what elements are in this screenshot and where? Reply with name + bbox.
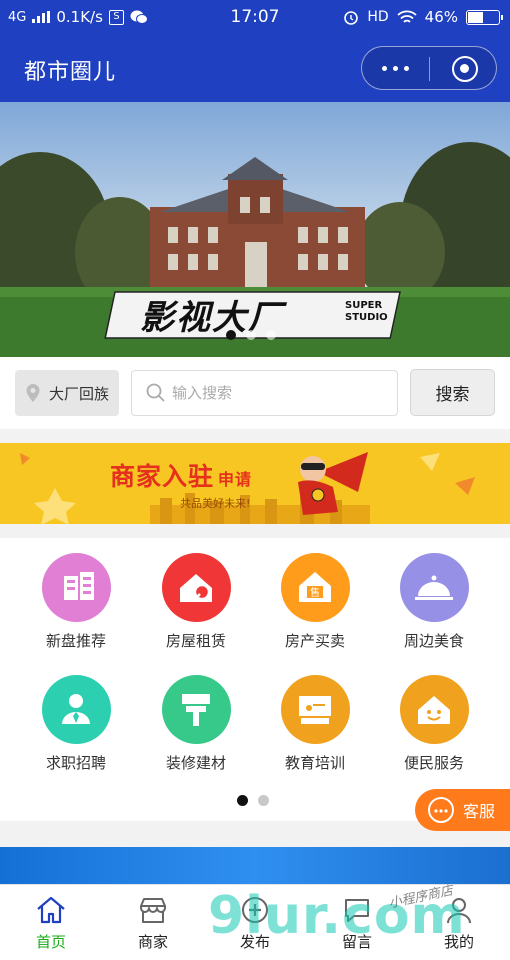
- banner-dot: [246, 330, 256, 340]
- wifi-icon: [397, 10, 417, 23]
- category-label: 装修建材: [165, 754, 226, 772]
- category-label: 房屋租赁: [165, 632, 226, 650]
- search-row: 大厂回族 搜索: [0, 357, 510, 429]
- category-item[interactable]: 教育培训: [255, 675, 375, 773]
- headset-icon: [428, 797, 454, 823]
- category-item[interactable]: 售房产买卖: [255, 553, 375, 651]
- svg-text:售: 售: [310, 586, 320, 599]
- category-item[interactable]: 新盘推荐: [16, 553, 136, 651]
- grid-dot: [258, 795, 269, 806]
- secondary-banner[interactable]: [0, 847, 510, 887]
- battery-icon: [466, 9, 503, 25]
- battery-percent: 46%: [424, 8, 458, 26]
- location-selector[interactable]: 大厂回族: [15, 370, 119, 416]
- tab-label: 我的: [443, 933, 474, 951]
- banner-dot-active: [226, 330, 236, 340]
- ad-title: 商家入驻 申请: [110, 457, 252, 493]
- mini-program-capsule: [361, 46, 497, 90]
- hd-indicator: HD: [367, 9, 389, 25]
- ad-title-main: 商家入驻: [110, 462, 215, 491]
- category-item[interactable]: 便民服务: [374, 675, 494, 773]
- category-label: 周边美食: [403, 632, 464, 650]
- category-item[interactable]: 周边美食: [374, 553, 494, 651]
- tab-label: 商家: [137, 933, 168, 951]
- ad-subtitle: 共品美好未来!: [180, 497, 251, 510]
- location-label: 大厂回族: [49, 384, 110, 403]
- category-grid: 新盘推荐 房屋租赁售房产买卖 周边美食 求职招聘 装修建材 教育培训 便民服务: [0, 538, 510, 821]
- grid-dot-active: [237, 795, 248, 806]
- ad-badge: 申请: [218, 470, 253, 489]
- close-program-button[interactable]: [452, 56, 478, 82]
- person-tie-icon: [41, 675, 111, 744]
- alarm-icon: [344, 11, 359, 25]
- customer-service-label: 客服: [463, 802, 496, 821]
- category-item[interactable]: 房屋租赁: [136, 553, 256, 651]
- superhero-icon: [298, 452, 368, 515]
- paint-roller-icon: [161, 675, 231, 744]
- classroom-icon: [280, 675, 350, 744]
- tab-label: 留言: [341, 933, 372, 951]
- banner-indicator: [226, 330, 276, 340]
- tab-bar: 首页 商家 发布 留言 我的: [0, 884, 510, 960]
- building-icon: [41, 553, 111, 622]
- header-bar: 4G 0.1K/s S 17:07 HD 46% 都市圈儿: [0, 0, 510, 102]
- sale-house-icon: 售: [280, 553, 350, 622]
- category-label: 求职招聘: [45, 754, 106, 772]
- food-cloche-icon: [399, 553, 469, 622]
- tab-home[interactable]: 首页: [0, 885, 102, 960]
- more-options-button[interactable]: [382, 61, 414, 75]
- search-button[interactable]: 搜索: [410, 369, 495, 416]
- category-label: 新盘推荐: [45, 632, 106, 650]
- tab-merchants[interactable]: 商家: [102, 885, 204, 960]
- message-icon: [345, 899, 369, 922]
- search-icon: [146, 383, 165, 402]
- merchant-join-ad[interactable]: 商家入驻 申请 共品美好未来!: [0, 443, 510, 524]
- banner-dot: [266, 330, 276, 340]
- mini-program-page: 4G 0.1K/s S 17:07 HD 46% 都市圈儿 影视大厂 SUPER…: [0, 0, 510, 960]
- ad-background: [20, 453, 475, 524]
- tab-label: 发布: [239, 933, 270, 951]
- tab-profile[interactable]: 我的: [408, 885, 510, 960]
- category-item[interactable]: 求职招聘: [16, 675, 136, 773]
- customer-service-button[interactable]: 客服: [415, 789, 510, 831]
- page-title: 都市圈儿: [24, 60, 117, 85]
- plus-icon: [242, 897, 268, 923]
- user-icon: [447, 898, 471, 924]
- category-label: 房产买卖: [284, 632, 345, 650]
- house-key-icon: [161, 553, 231, 622]
- banner-caption-sub: SUPER STUDIO: [345, 300, 388, 323]
- search-input[interactable]: [172, 384, 372, 402]
- smile-house-icon: [399, 675, 469, 744]
- location-pin-icon: [26, 384, 40, 402]
- tab-messages[interactable]: 留言: [306, 885, 408, 960]
- tab-publish[interactable]: 发布: [204, 885, 306, 960]
- status-bar: 4G 0.1K/s S 17:07 HD 46%: [0, 0, 510, 34]
- grid-page-indicator: [237, 795, 269, 806]
- tab-label: 首页: [35, 933, 66, 951]
- category-label: 教育培训: [284, 754, 345, 772]
- capsule-divider: [429, 57, 430, 81]
- category-label: 便民服务: [403, 754, 464, 772]
- search-box[interactable]: [131, 370, 398, 416]
- banner-carousel[interactable]: 影视大厂 SUPER STUDIO: [0, 102, 510, 357]
- store-icon: [140, 898, 166, 923]
- category-item[interactable]: 装修建材: [136, 675, 256, 773]
- home-icon: [37, 896, 65, 924]
